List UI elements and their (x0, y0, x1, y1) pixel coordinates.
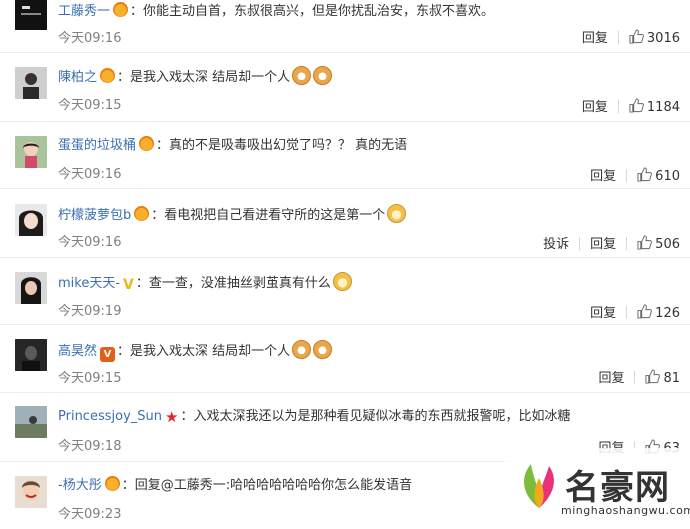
divider (626, 306, 628, 319)
doge-icon (332, 272, 352, 291)
crown-badge-icon (104, 476, 120, 491)
comment-item: 柠檬菠萝包b ：看电视把自己看进看守所的这是第一个 今天09:16 投诉 回复 506 (0, 189, 690, 258)
comment-text: 真的不是吸毒吸出幻觉了吗？？ 真的无语 (169, 138, 408, 153)
username-link[interactable]: mike天天- (58, 276, 120, 291)
avatar[interactable] (15, 67, 47, 99)
thumb-up-icon (645, 369, 661, 384)
comment-text: 回复@工藤秀一:哈哈哈哈哈哈哈你怎么能发语音 (134, 478, 413, 493)
thumb-up-icon (629, 98, 644, 113)
username-link[interactable]: Princessjoy_Sun (58, 409, 162, 424)
comment-text: 入戏太深我还以为是那种看见疑似冰毒的东西就报警呢，比如冰糖 (193, 409, 571, 424)
crown-badge-icon (134, 206, 150, 221)
username-link[interactable]: -杨大彤 (58, 478, 102, 493)
username-link[interactable]: 蛋蛋的垃圾桶 (58, 138, 136, 153)
username-link[interactable]: 工藤秀一 (58, 4, 110, 19)
verified-badge-icon: V (123, 277, 134, 293)
divider (626, 169, 628, 182)
comment-text: 是我入戏太深 结局却一个人 (130, 70, 291, 85)
like-button[interactable]: 3016 (629, 29, 680, 46)
comment-time: 今天09:19 (58, 304, 122, 319)
like-button[interactable]: 506 (637, 235, 680, 252)
divider (634, 371, 636, 384)
thumb-up-icon (629, 29, 644, 44)
avatar[interactable] (15, 272, 47, 304)
username-link[interactable]: 陳柏之 (58, 70, 97, 85)
report-button[interactable]: 投诉 (543, 233, 569, 252)
like-count: 3016 (646, 31, 680, 46)
comment-item: 陳柏之 ：是我入戏太深 结局却一个人 今天09:15 回复 1184 (0, 53, 690, 122)
like-count: 81 (663, 371, 680, 386)
thumb-up-icon (637, 304, 653, 319)
comment-time: 今天09:23 (58, 507, 122, 522)
comment-text: 是我入戏太深 结局却一个人 (130, 344, 291, 359)
crown-badge-icon (113, 2, 129, 17)
watermark-url: minghaoshangwu.com (561, 504, 690, 517)
comment-text: 你能主动自首，东叔很高兴，但是你扰乱治安，东叔不喜欢。 (143, 4, 495, 19)
like-button[interactable]: 81 (645, 369, 680, 386)
comment-time: 今天09:15 (58, 98, 122, 113)
like-button[interactable]: 1184 (629, 98, 680, 115)
like-count: 126 (655, 306, 680, 321)
comment-time: 今天09:18 (58, 439, 122, 454)
like-button[interactable]: 126 (637, 304, 680, 321)
divider (626, 237, 628, 250)
comment-time: 今天09:16 (58, 167, 122, 182)
crown-badge-icon (139, 136, 155, 151)
colon-separator: ： (156, 138, 170, 153)
avatar[interactable] (15, 476, 47, 508)
avatar[interactable] (15, 136, 47, 168)
divider (617, 100, 619, 113)
doge-icon (387, 204, 407, 223)
colon-separator: ： (130, 4, 144, 19)
cat-icon (313, 66, 333, 85)
comment-time: 今天09:16 (58, 235, 122, 250)
username-link[interactable]: 高昊然 (58, 344, 97, 359)
comment-text: 查一查，没准抽丝剥茧真有什么 (148, 276, 331, 291)
comment-item: 工藤秀一 ：你能主动自首，东叔很高兴，但是你扰乱治安，东叔不喜欢。 今天09:16… (0, 0, 690, 53)
comment-item: 高昊然 V ：是我入戏太深 结局却一个人 今天09:15 回复 81 (0, 325, 690, 393)
watermark: 名豪网 minghaoshangwu.com (505, 448, 690, 529)
colon-separator: ： (151, 208, 165, 223)
like-count: 506 (655, 237, 680, 252)
vip-badge-icon: V (100, 347, 116, 362)
comment-time: 今天09:15 (58, 371, 122, 386)
reply-button[interactable]: 回复 (582, 96, 608, 115)
avatar[interactable] (15, 0, 47, 30)
like-button[interactable]: 610 (637, 167, 680, 184)
avatar[interactable] (15, 339, 47, 371)
reply-button[interactable]: 回复 (598, 367, 624, 386)
colon-separator: ： (117, 70, 131, 85)
divider (579, 237, 581, 250)
avatar[interactable] (15, 204, 47, 236)
reply-button[interactable]: 回复 (590, 233, 616, 252)
colon-separator: ： (117, 344, 131, 359)
colon-separator: ： (135, 276, 149, 291)
reply-button[interactable]: 回复 (590, 165, 616, 184)
avatar[interactable] (15, 406, 47, 438)
like-count: 610 (655, 169, 680, 184)
comment-line: 工藤秀一 ：你能主动自首，东叔很高兴，但是你扰乱治安，东叔不喜欢。 (58, 2, 494, 22)
cat-icon (313, 340, 333, 359)
thumb-up-icon (637, 167, 653, 182)
divider (617, 31, 619, 44)
watermark-title: 名豪网 (565, 468, 670, 508)
cat-icon (292, 340, 312, 359)
comment-item: 蛋蛋的垃圾桶 ：真的不是吸毒吸出幻觉了吗？？ 真的无语 今天09:16 回复 610 (0, 122, 690, 189)
like-count: 1184 (646, 100, 680, 115)
reply-button[interactable]: 回复 (590, 302, 616, 321)
username-link[interactable]: 柠檬菠萝包b (58, 208, 131, 223)
comment-time: 今天09:16 (58, 31, 122, 46)
colon-separator: ： (121, 478, 135, 493)
comment-item: mike天天- V ：查一查，没准抽丝剥茧真有什么 今天09:19 回复 126 (0, 258, 690, 325)
leaf-logo-icon (524, 464, 554, 508)
thumb-up-icon (637, 235, 653, 250)
cat-icon (292, 66, 312, 85)
colon-separator: ： (180, 409, 194, 424)
crown-badge-icon (100, 68, 116, 83)
star-badge-icon: ★ (165, 408, 179, 426)
comment-text: 看电视把自己看进看守所的这是第一个 (164, 208, 386, 223)
reply-button[interactable]: 回复 (582, 27, 608, 46)
